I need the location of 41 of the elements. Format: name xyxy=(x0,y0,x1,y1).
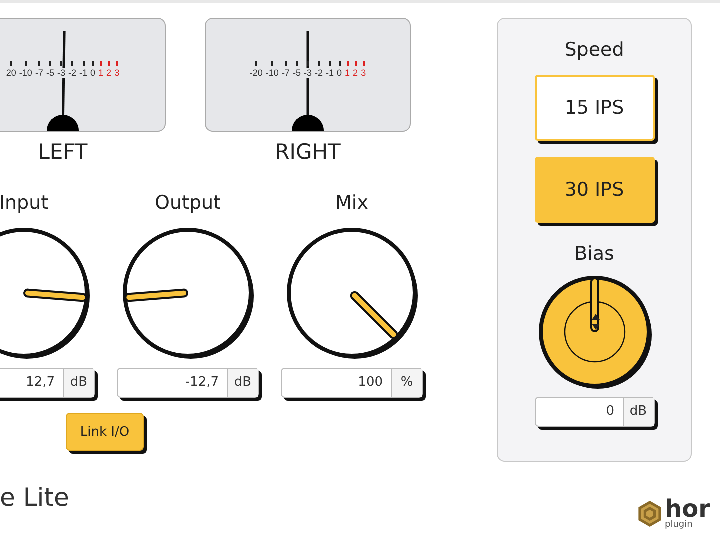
scale-label: -10 xyxy=(266,68,279,78)
scale-label: -7 xyxy=(282,68,290,78)
scale-label: -7 xyxy=(35,68,44,78)
unit-label: % xyxy=(391,369,422,397)
value-field[interactable]: 100 % xyxy=(281,368,423,398)
scale-label: 0 xyxy=(90,68,96,78)
channel-label: RIGHT xyxy=(275,140,341,164)
scale-label: -2 xyxy=(68,68,76,78)
scale-label: -3 xyxy=(57,68,66,78)
logo-text: hor xyxy=(665,497,710,521)
scale-label: 1 xyxy=(345,68,350,78)
scale-label: 2 xyxy=(106,68,112,78)
scale-label: -1 xyxy=(326,68,334,78)
scale-label: 20 xyxy=(6,68,16,78)
unit-label: dB xyxy=(63,369,94,397)
value-field[interactable]: -12,7 dB xyxy=(117,368,259,398)
unit-label: dB xyxy=(622,398,654,426)
knob-label: Mix xyxy=(336,192,368,216)
logo-subtext: plugin xyxy=(665,521,694,530)
bias-label: Bias xyxy=(574,243,614,267)
scale-label: -5 xyxy=(292,68,301,78)
plugin-title: e Lite xyxy=(0,483,70,512)
scale-label: -3 xyxy=(304,68,312,78)
value-field[interactable]: 12,7 dB xyxy=(0,368,95,398)
scale-label: -2 xyxy=(314,68,323,78)
unit-label: dB xyxy=(227,369,258,397)
scale-label: -10 xyxy=(19,68,32,78)
scale-label: -20 xyxy=(250,68,263,78)
scale-label: 3 xyxy=(114,68,120,78)
speed-label: Speed xyxy=(564,39,624,63)
knob-label: Input xyxy=(0,192,49,216)
scale-label: 1 xyxy=(98,68,104,78)
knob-label: Output xyxy=(155,192,221,216)
scale-label: -5 xyxy=(46,68,54,78)
scale-label: -1 xyxy=(80,68,88,78)
channel-label: LEFT xyxy=(38,140,88,164)
scale-label: 3 xyxy=(361,68,366,78)
link-button[interactable]: Link I/O xyxy=(66,413,144,451)
scale-label: 2 xyxy=(353,68,358,78)
hexagon-logo-icon xyxy=(637,500,663,528)
scale-label: 0 xyxy=(337,68,342,78)
